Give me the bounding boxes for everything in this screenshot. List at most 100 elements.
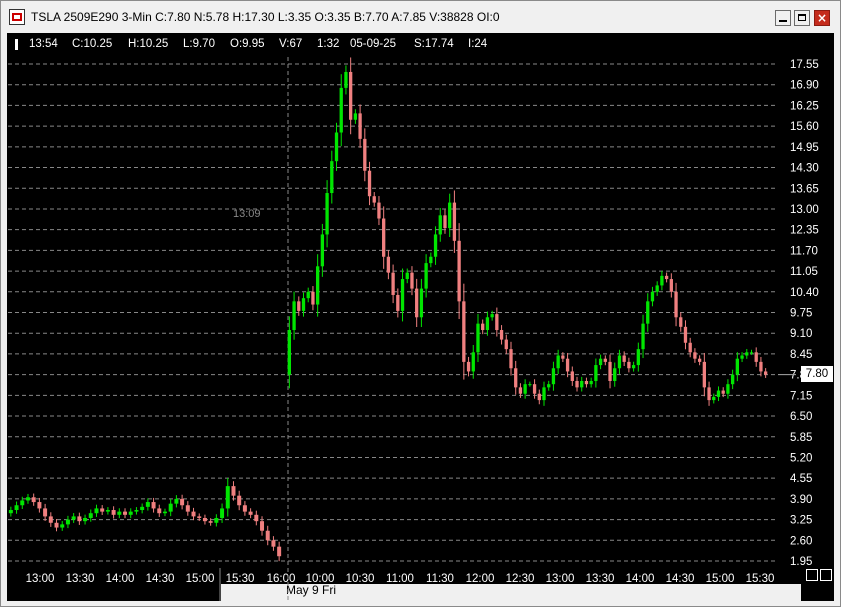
candle-body xyxy=(660,275,664,286)
candle-body xyxy=(627,361,631,369)
candle-body xyxy=(185,505,190,512)
candle-body xyxy=(485,317,490,331)
candle-body xyxy=(8,510,13,514)
x-tick-label: 12:30 xyxy=(506,573,535,585)
y-tick-label: 13.00 xyxy=(790,204,819,216)
candle-body xyxy=(481,323,485,331)
candle-body xyxy=(443,215,447,229)
candle-body xyxy=(168,503,173,512)
y-tick-label: 13.65 xyxy=(790,183,819,195)
y-tick-label: 16.90 xyxy=(790,80,819,92)
current-price-tag: 7.80 xyxy=(801,366,833,382)
x-tick-label: 13:30 xyxy=(66,573,95,585)
candle-body xyxy=(111,510,116,515)
candle-body xyxy=(438,215,442,235)
candle-body xyxy=(117,511,122,515)
candle-body xyxy=(71,516,76,520)
y-tick-label: 4.55 xyxy=(790,473,812,485)
candle-body xyxy=(353,113,358,120)
candle-body xyxy=(580,380,584,388)
candle-body xyxy=(225,486,230,509)
x-tick-label: 10:30 xyxy=(346,573,375,585)
candle-body xyxy=(650,291,655,302)
candle-body xyxy=(518,387,523,394)
y-tick-label: 8.45 xyxy=(790,349,812,361)
candle-body xyxy=(100,508,105,512)
candle-body xyxy=(697,358,702,362)
price-chart[interactable]: 17.55 16.90 16.25 15.60 14.95 14.30 13.65 13.00… xyxy=(0,0,841,607)
candle-body xyxy=(316,266,320,305)
y-tick-label: 17.55 xyxy=(790,59,819,71)
x-tick-label: 14:00 xyxy=(626,573,655,585)
candle-body xyxy=(14,505,19,511)
candle-body xyxy=(452,202,457,241)
candle-body xyxy=(363,138,367,171)
candle-body xyxy=(123,511,128,515)
candle-body xyxy=(214,517,219,523)
y-tick-label: 5.85 xyxy=(790,432,812,444)
candle-body xyxy=(248,511,253,515)
candle-body xyxy=(415,288,419,318)
candle-body xyxy=(598,358,603,366)
candle-body xyxy=(349,71,353,120)
candle-body xyxy=(641,323,645,350)
candle-body xyxy=(271,540,276,547)
x-tick-label: 14:00 xyxy=(106,573,135,585)
candle-body xyxy=(490,314,494,318)
y-tick-label: 3.90 xyxy=(790,494,812,506)
candle-body xyxy=(740,355,744,359)
y-tick-label: 9.10 xyxy=(790,328,812,340)
x-tick-label: 13:00 xyxy=(26,573,55,585)
candle-body xyxy=(37,502,42,509)
y-tick-label: 14.30 xyxy=(790,163,819,175)
candle-body xyxy=(419,288,424,318)
candle-body xyxy=(83,517,88,522)
candle-body xyxy=(208,521,213,523)
candle-body xyxy=(320,234,325,267)
candle-body xyxy=(105,510,110,512)
candle-body xyxy=(433,234,438,257)
crosshair-time-label: 13:09 xyxy=(233,208,261,220)
candle-body xyxy=(716,390,721,397)
candle-body xyxy=(763,371,768,375)
x-tick-label: 14:30 xyxy=(666,573,695,585)
candle-body xyxy=(180,498,185,506)
candle-body xyxy=(77,516,82,522)
candle-body xyxy=(679,317,683,327)
candle-body xyxy=(462,301,466,362)
x-tick-label: 14:30 xyxy=(146,573,175,585)
candle-body xyxy=(499,330,504,340)
candle-body xyxy=(707,387,711,401)
y-tick-label: 10.40 xyxy=(790,287,819,299)
x-tick-label: 13:00 xyxy=(546,573,575,585)
candle-body xyxy=(532,384,537,394)
candle-body xyxy=(157,508,162,514)
y-tick-label: 16.25 xyxy=(790,100,819,112)
candle-body xyxy=(688,342,692,353)
candle-body xyxy=(565,358,570,372)
candle-body xyxy=(151,502,156,509)
candle-body xyxy=(242,505,247,512)
candle-body xyxy=(260,521,265,531)
candle-body xyxy=(683,326,688,343)
candle-body xyxy=(65,519,70,525)
x-tick-label: 15:30 xyxy=(746,573,775,585)
candle-body xyxy=(457,240,461,302)
y-tick-label: 2.60 xyxy=(790,535,812,547)
candle-body xyxy=(367,170,372,197)
candle-body xyxy=(575,380,579,388)
candle-body xyxy=(128,511,133,515)
candle-body xyxy=(429,256,433,264)
y-tick-label: 14.95 xyxy=(790,142,819,154)
candle-body xyxy=(514,368,518,388)
candle-body xyxy=(265,530,270,541)
candle-body xyxy=(476,323,480,353)
y-tick-label: 15.60 xyxy=(790,121,819,133)
candle-body xyxy=(396,294,400,311)
candle-body xyxy=(48,516,53,523)
candle-body xyxy=(358,113,362,139)
candle-body xyxy=(749,352,754,354)
y-tick-label: 5.20 xyxy=(790,452,812,464)
x-tick-label: 15:30 xyxy=(226,573,255,585)
candle-body xyxy=(721,390,725,394)
